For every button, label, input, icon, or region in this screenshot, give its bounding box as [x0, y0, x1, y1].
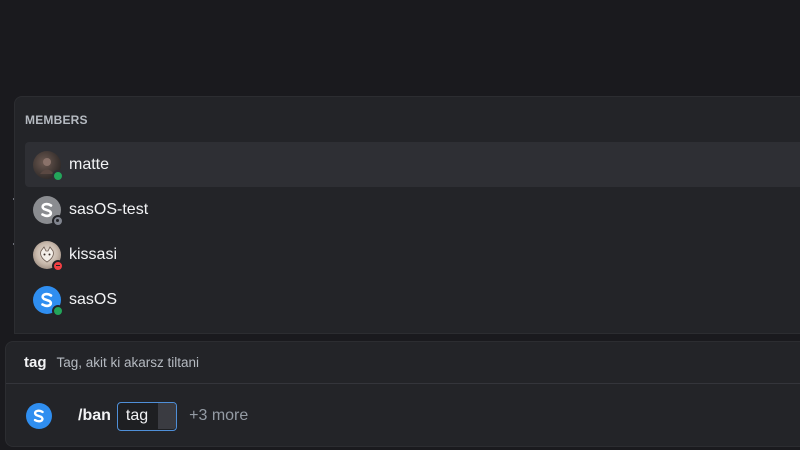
member-list: matte sasOS-test kissasi sasOS — [25, 142, 800, 322]
slash-command-box: tag Tag, akit ki akarsz tiltani /ban tag… — [5, 341, 800, 447]
member-option-kissasi[interactable]: kissasi — [25, 232, 800, 277]
sasos-logo-icon — [26, 403, 52, 429]
option-hint-description: Tag, akit ki akarsz tiltani — [56, 355, 200, 370]
app-root: MEMBERS matte sasOS-test kissasi sasOS t… — [0, 0, 800, 450]
command-name: /ban — [78, 407, 111, 424]
option-hint-bar: tag Tag, akit ki akarsz tiltani — [6, 342, 800, 384]
status-dnd-icon — [52, 259, 64, 272]
members-autocomplete-popup: MEMBERS matte sasOS-test kissasi sasOS — [14, 96, 800, 334]
option-value-input[interactable] — [158, 403, 177, 429]
member-name: matte — [69, 155, 110, 173]
member-name: kissasi — [69, 245, 118, 263]
avatar — [33, 150, 64, 182]
status-online-icon — [52, 304, 64, 317]
members-section-header: MEMBERS — [25, 113, 88, 127]
member-name: sasOS-test — [69, 200, 149, 218]
member-option-sasos[interactable]: sasOS — [25, 277, 800, 322]
s-logo-icon — [33, 409, 44, 423]
status-online-icon — [52, 169, 64, 182]
option-pill-label: tag — [125, 407, 149, 424]
option-pill-tag[interactable]: tag — [116, 401, 178, 431]
status-offline-icon — [52, 214, 64, 227]
member-option-matte[interactable]: matte — [25, 142, 800, 187]
more-options-link[interactable]: +3 more — [189, 407, 248, 425]
avatar — [33, 240, 64, 272]
member-name: sasOS — [69, 290, 118, 308]
member-option-sasos-test[interactable]: sasOS-test — [25, 187, 800, 232]
avatar — [33, 285, 64, 317]
avatar — [33, 195, 64, 227]
command-input-row[interactable]: /ban tag +3 more — [6, 384, 800, 448]
option-hint-name: tag — [24, 354, 47, 371]
